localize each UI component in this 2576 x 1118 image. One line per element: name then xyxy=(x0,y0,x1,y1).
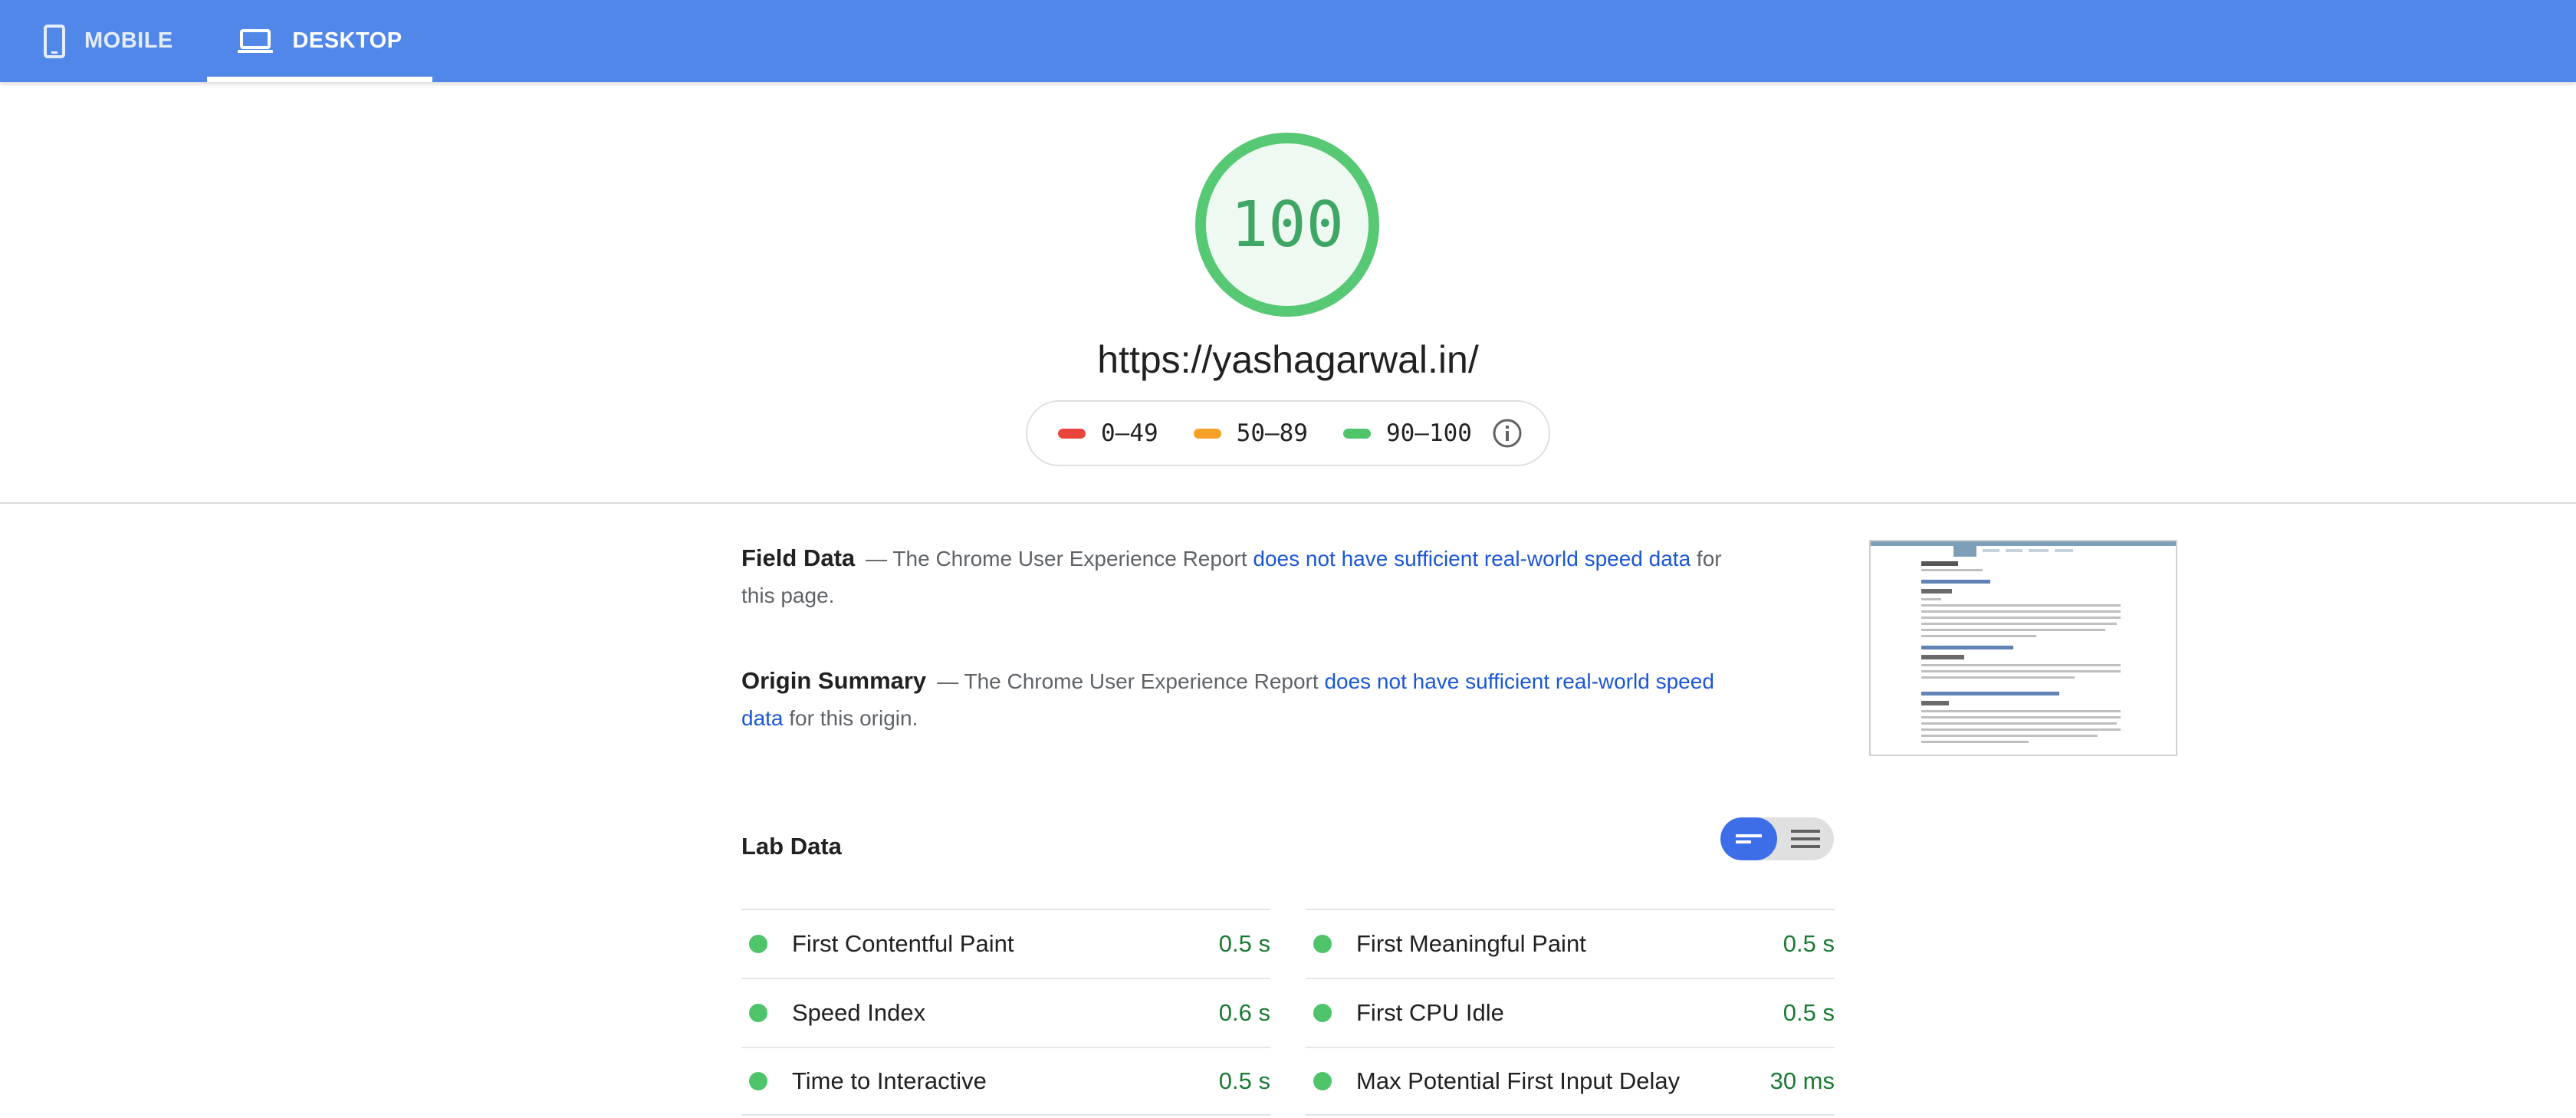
thumb-tag xyxy=(1921,589,1952,594)
pass-indicator xyxy=(749,1004,767,1022)
thumb-line xyxy=(1921,623,2117,625)
thumb-line xyxy=(1921,741,2029,743)
thumb-post-title xyxy=(1921,646,2013,649)
thumb-nav-item xyxy=(2055,549,2073,552)
thumb-line xyxy=(1921,569,1983,571)
legend-item-average: 50–89 xyxy=(1193,419,1308,447)
page-screenshot-thumbnail xyxy=(1869,540,2177,756)
thumb-line xyxy=(1921,728,2121,731)
thumb-nav-active xyxy=(1953,546,1976,557)
thumb-site-title xyxy=(1921,561,1958,566)
score-value: 100 xyxy=(1230,188,1345,261)
smartphone-icon xyxy=(43,24,66,58)
tab-desktop[interactable]: DESKTOP xyxy=(207,0,432,82)
thumb-nav-bar xyxy=(1871,541,2176,546)
metric-value: 0.5 s xyxy=(1218,930,1270,957)
legend-item-fail: 0–49 xyxy=(1058,419,1158,447)
legend-swatch-green xyxy=(1342,428,1371,439)
thumb-line xyxy=(1921,629,2105,631)
expanded-view-button[interactable] xyxy=(1777,817,1834,860)
metric-label: First Contentful Paint xyxy=(792,930,1014,957)
metrics-right-column: First Meaningful Paint 0.5 s First CPU I… xyxy=(1306,909,1835,1116)
legend-label: 90–100 xyxy=(1385,419,1472,447)
legend-label: 0–49 xyxy=(1101,419,1158,447)
field-data-prefix: — The Chrome User Experience Report xyxy=(866,547,1254,571)
legend-swatch-orange xyxy=(1193,428,1221,439)
pass-indicator xyxy=(1313,1072,1332,1090)
metric-label: Speed Index xyxy=(792,999,926,1026)
thumb-line xyxy=(1921,617,2121,619)
thumb-nav-item xyxy=(1983,549,1999,552)
lines-icon xyxy=(1791,830,1820,848)
metric-row: Max Potential First Input Delay 30 ms xyxy=(1306,1047,1835,1116)
selected-tab-indicator xyxy=(207,77,432,82)
metric-row: Speed Index 0.6 s xyxy=(741,978,1270,1047)
thumb-tag xyxy=(1921,701,1949,705)
thumb-nav-item xyxy=(2029,549,2049,552)
metric-label: First Meaningful Paint xyxy=(1356,930,1586,957)
legend-swatch-red xyxy=(1058,428,1086,439)
pass-indicator xyxy=(749,935,767,953)
metric-value: 0.5 s xyxy=(1218,1067,1270,1094)
metric-value: 30 ms xyxy=(1769,1067,1835,1094)
thumb-line xyxy=(1921,604,2121,607)
field-data-section: Field Data — The Chrome User Experience R… xyxy=(741,540,1738,614)
tab-mobile[interactable]: MOBILE xyxy=(43,0,173,82)
origin-summary-section: Origin Summary — The Chrome User Experien… xyxy=(741,663,1738,737)
short-lines-icon xyxy=(1736,834,1762,843)
thumb-line xyxy=(1921,716,2121,718)
pass-indicator xyxy=(1313,935,1332,953)
thumb-line xyxy=(1921,670,2121,672)
compact-view-button[interactable] xyxy=(1720,817,1777,860)
thumb-line xyxy=(1921,598,1941,600)
thumb-line xyxy=(1921,676,2075,679)
metrics-left-column: First Contentful Paint 0.5 s Speed Index… xyxy=(741,909,1270,1116)
lab-data-heading: Lab Data xyxy=(741,833,842,860)
thumb-line xyxy=(1921,610,2121,613)
pass-indicator xyxy=(1313,1004,1332,1022)
thumb-nav-item xyxy=(2006,549,2022,552)
thumb-line xyxy=(1921,735,2098,737)
thumb-line xyxy=(1921,710,2121,712)
metric-value: 0.5 s xyxy=(1783,930,1835,957)
metric-label: Max Potential First Input Delay xyxy=(1356,1067,1681,1094)
score-legend: 0–49 50–89 90–100 xyxy=(1026,400,1550,466)
origin-summary-prefix: — The Chrome User Experience Report xyxy=(937,669,1325,693)
thumb-line xyxy=(1921,722,2117,725)
field-data-link[interactable]: does not have sufficient real-world spee… xyxy=(1253,547,1691,571)
tested-url: https://yashagarwal.in/ xyxy=(1097,338,1479,381)
legend-label: 50–89 xyxy=(1236,419,1308,447)
thumb-post-title xyxy=(1921,692,2059,695)
performance-score-gauge: 100 xyxy=(1193,130,1382,319)
info-icon[interactable] xyxy=(1492,418,1523,449)
top-app-bar: MOBILE DESKTOP xyxy=(0,0,2576,82)
metric-row: First Contentful Paint 0.5 s xyxy=(741,909,1270,978)
metrics-view-toggle xyxy=(1720,817,1834,860)
field-data-heading: Field Data xyxy=(741,544,856,571)
section-divider xyxy=(0,502,2576,504)
tab-desktop-label: DESKTOP xyxy=(292,28,402,53)
metric-row: First Meaningful Paint 0.5 s xyxy=(1306,909,1835,978)
pass-indicator xyxy=(749,1072,767,1090)
laptop-icon xyxy=(237,28,274,54)
thumb-line xyxy=(1921,635,2036,637)
metric-value: 0.6 s xyxy=(1218,999,1270,1026)
origin-summary-heading: Origin Summary xyxy=(741,667,927,694)
metric-label: First CPU Idle xyxy=(1356,999,1504,1026)
tab-mobile-label: MOBILE xyxy=(84,28,173,53)
thumb-line xyxy=(1921,664,2121,666)
metric-value: 0.5 s xyxy=(1783,999,1835,1026)
legend-item-pass: 90–100 xyxy=(1342,419,1472,447)
thumb-post-title xyxy=(1921,580,1990,584)
thumb-tag xyxy=(1921,655,1964,659)
metric-row: Time to Interactive 0.5 s xyxy=(741,1047,1270,1116)
metric-label: Time to Interactive xyxy=(792,1067,987,1094)
origin-summary-suffix: for this origin. xyxy=(783,706,918,730)
metric-row: First CPU Idle 0.5 s xyxy=(1306,978,1835,1047)
